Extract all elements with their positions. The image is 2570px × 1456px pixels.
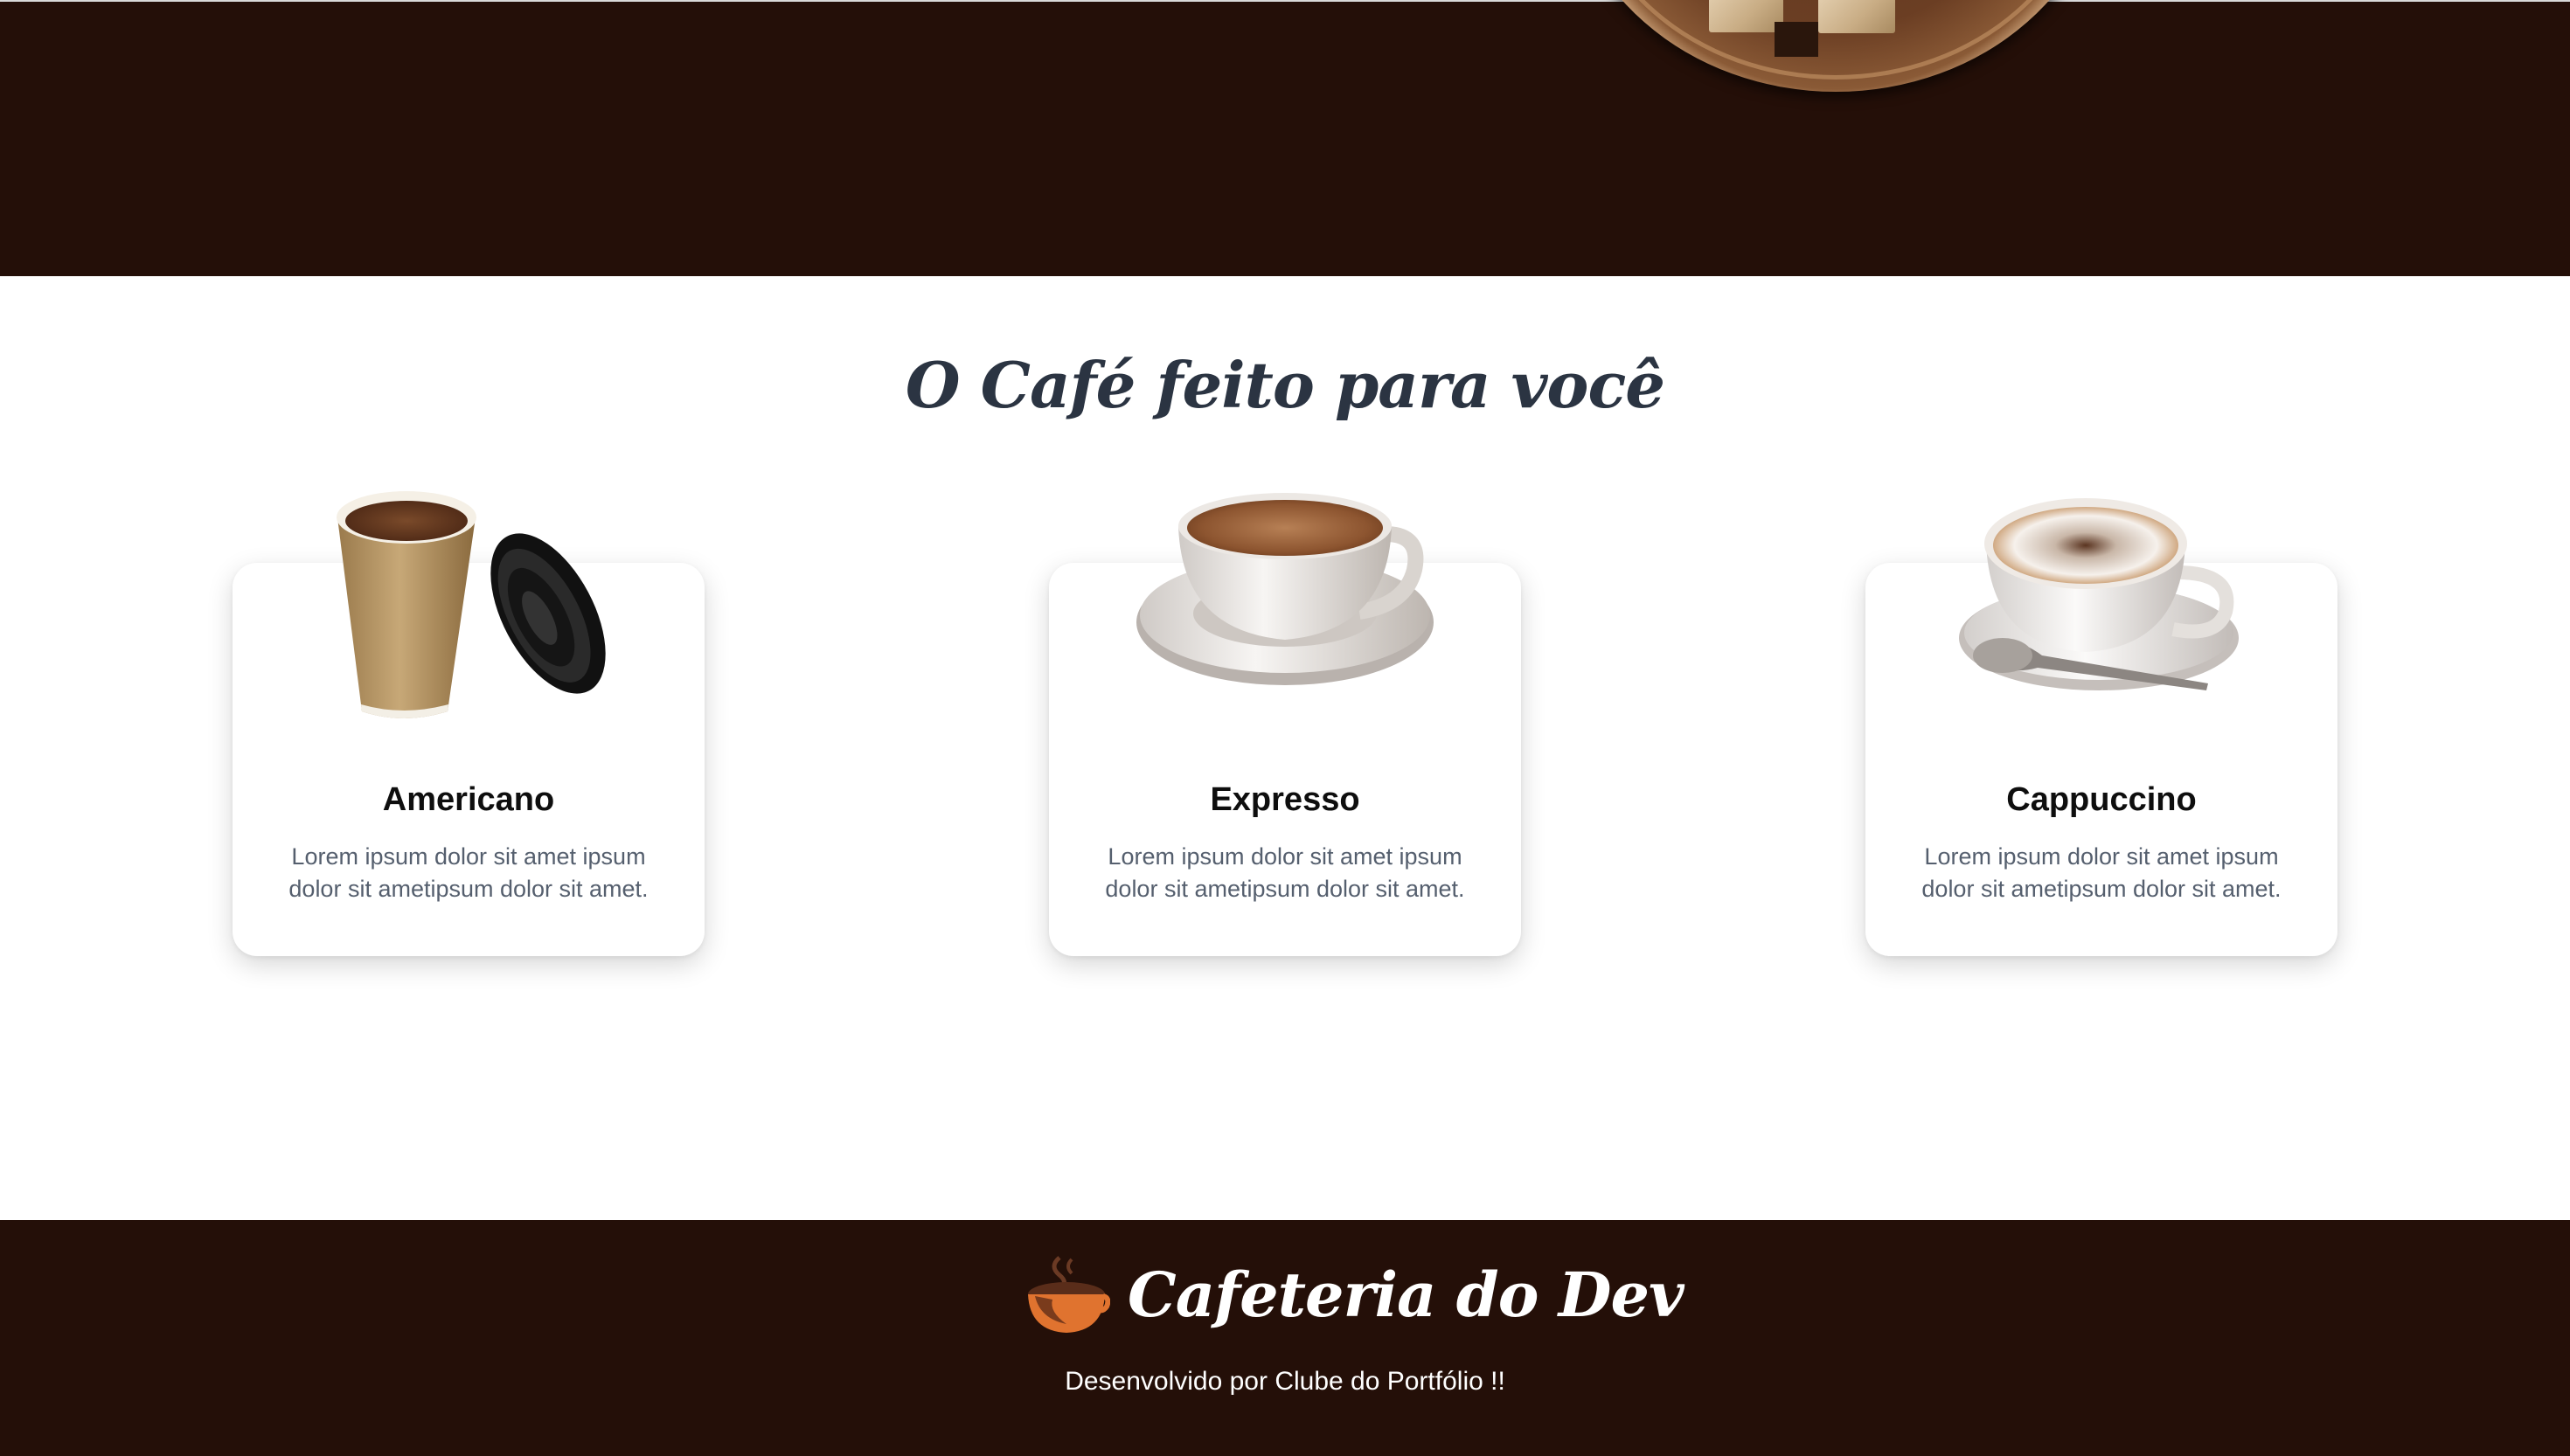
product-description: Lorem ipsum dolor sit amet ipsum dolor s… [288, 843, 649, 902]
sugar-cube [1709, 0, 1783, 32]
footer-brand[interactable]: Cafeteria do Dev [1023, 1246, 1684, 1342]
product-name: Expresso [1210, 781, 1360, 818]
product-name: Cappuccino [2006, 781, 2197, 818]
footer-brand-name: Cafeteria do Dev [1128, 1258, 1684, 1331]
product-description: Lorem ipsum dolor sit amet ipsum dolor s… [1921, 843, 2282, 902]
paper-coffee-cup-icon [325, 482, 622, 727]
footer-credit: Desenvolvido por Clube do Portfólio !! [1065, 1367, 1505, 1396]
sugar-cube [1818, 0, 1895, 33]
product-description: Lorem ipsum dolor sit amet ipsum dolor s… [1105, 843, 1465, 902]
footer: Cafeteria do Dev Desenvolvido por Clube … [0, 1220, 2570, 1456]
cappuccino-cup-icon [1955, 489, 2252, 708]
section-title: O Café feito para você [905, 348, 1665, 422]
hero-divider [0, 0, 2570, 2]
hero-section [0, 0, 2570, 276]
espresso-cup-icon [1128, 482, 1442, 701]
product-name: Americano [382, 781, 555, 818]
coffee-cup-logo-icon [1023, 1251, 1111, 1338]
coffee-plate-image [1565, 0, 2107, 92]
